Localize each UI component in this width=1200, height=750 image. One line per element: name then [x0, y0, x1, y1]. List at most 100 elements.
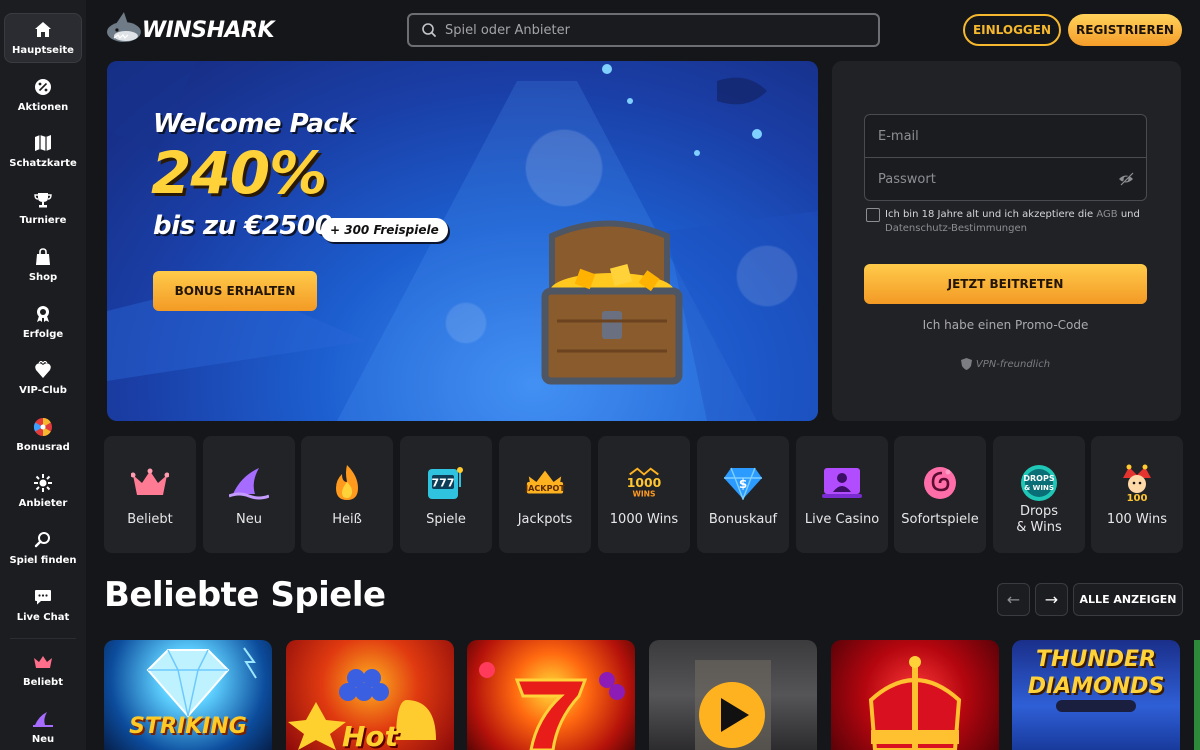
sidebar-divider: [10, 638, 76, 639]
category-sofortspiele[interactable]: Sofortspiele: [894, 436, 986, 553]
game-tile-hot[interactable]: Hot: [286, 640, 454, 750]
search-input[interactable]: [445, 22, 845, 38]
svg-text:WINS: WINS: [632, 489, 655, 498]
email-field[interactable]: [865, 115, 1146, 157]
svg-text:1000: 1000: [627, 476, 662, 490]
spiral-icon: [920, 464, 960, 502]
sidebar-item-beliebt[interactable]: Beliebt: [4, 645, 82, 695]
register-panel: Ich bin 18 Jahre alt und ich akzeptiere …: [832, 61, 1181, 421]
sidebar-item-spiel-finden[interactable]: Spiel finden: [4, 523, 82, 573]
section-title: Beliebte Spiele: [104, 575, 386, 615]
map-icon: [33, 133, 53, 153]
category-heiss[interactable]: Heiß: [301, 436, 393, 553]
royal-crown-icon: [868, 656, 962, 750]
svg-text:777: 777: [432, 477, 455, 490]
sidebar-item-vip-club[interactable]: VIP-Club: [4, 353, 82, 403]
search-bar[interactable]: [407, 13, 880, 47]
diamond-dollar-icon: $: [723, 464, 763, 502]
shield-icon: [960, 358, 972, 370]
crown-icon: [33, 652, 53, 672]
sidebar-item-live-chat[interactable]: Live Chat: [4, 580, 82, 630]
svg-text:DROPS: DROPS: [1023, 474, 1054, 483]
medal-icon: [33, 304, 53, 324]
register-button[interactable]: REGISTRIEREN: [1068, 14, 1182, 46]
terms-text: Ich bin 18 Jahre alt und ich akzeptiere …: [885, 209, 1140, 234]
free-spins-badge: + 300 Freispiele: [321, 218, 448, 242]
site-logo[interactable]: WINSHARK: [104, 8, 275, 52]
hero-amount: bis zu €2500: [153, 211, 333, 241]
eye-slash-icon[interactable]: [1118, 172, 1134, 186]
shark-fin-icon: [33, 709, 53, 729]
provider-icon: [33, 473, 53, 493]
slot-machine-icon: 777: [426, 464, 466, 502]
percent-icon: [33, 77, 53, 97]
wheel-icon: [33, 417, 53, 437]
logo-text: WINSHARK: [141, 17, 275, 43]
get-bonus-button[interactable]: BONUS ERHALTEN: [153, 271, 317, 311]
hold-and-win-label: [1056, 700, 1136, 712]
chat-icon: [33, 587, 53, 607]
category-spiele[interactable]: 777 Spiele: [400, 436, 492, 553]
shark-logo-icon: [106, 12, 141, 42]
game-tile-partial[interactable]: [1194, 640, 1200, 750]
crown-icon: [130, 464, 170, 502]
1000-wins-icon: 1000 WINS: [624, 464, 664, 502]
svg-text:& WINS: & WINS: [1024, 484, 1054, 492]
show-all-button[interactable]: ALLE ANZEIGEN: [1073, 583, 1183, 616]
game-tile-thunder-diamonds[interactable]: THUNDER DIAMONDS: [1012, 640, 1180, 750]
drops-wins-icon: DROPS & WINS: [1019, 464, 1059, 502]
sidebar-item-shop[interactable]: Shop: [4, 240, 82, 290]
game-tile-striking[interactable]: STRIKING: [104, 640, 272, 750]
welcome-banner[interactable]: Welcome Pack 240% bis zu €2500 + 300 Fre…: [107, 61, 818, 421]
sidebar-item-bonusrad[interactable]: Bonusrad: [4, 410, 82, 460]
search-icon: [422, 23, 436, 37]
category-jackpots[interactable]: JACKPOT Jackpots: [499, 436, 591, 553]
join-now-button[interactable]: JETZT BEITRETEN: [864, 264, 1147, 304]
svg-text:100: 100: [1127, 493, 1148, 502]
login-button[interactable]: EINLOGGEN: [963, 14, 1061, 46]
sidebar-item-hauptseite[interactable]: Hauptseite: [4, 13, 82, 63]
agb-link[interactable]: AGB: [1096, 209, 1117, 220]
credentials-fields: [864, 114, 1147, 201]
game-tile-video[interactable]: [649, 640, 817, 750]
category-live-casino[interactable]: Live Casino: [796, 436, 888, 553]
flame-icon: [327, 464, 367, 502]
hero-percentage: 240%: [151, 139, 327, 207]
sidebar-item-aktionen[interactable]: Aktionen: [4, 70, 82, 120]
search-icon: [33, 530, 53, 550]
trophy-icon: [33, 190, 53, 210]
lucky-seven-icon: [479, 662, 625, 750]
sidebar-item-turniere[interactable]: Turniere: [4, 183, 82, 233]
category-beliebt[interactable]: Beliebt: [104, 436, 196, 553]
category-1000-wins[interactable]: 1000 WINS 1000 Wins: [598, 436, 690, 553]
category-bonuskauf[interactable]: $ Bonuskauf: [697, 436, 789, 553]
category-neu[interactable]: Neu: [203, 436, 295, 553]
svg-text:$: $: [739, 477, 747, 491]
shopping-bag-icon: [33, 247, 53, 267]
age-terms-checkbox[interactable]: [866, 208, 880, 222]
jester-100-icon: 100: [1117, 464, 1157, 502]
promo-code-link[interactable]: Ich habe einen Promo-Code: [864, 318, 1147, 332]
shark-fin-icon: [229, 464, 269, 502]
sidebar-item-schatzkarte[interactable]: Schatzkarte: [4, 126, 82, 176]
sidebar-item-neu[interactable]: Neu: [4, 702, 82, 750]
next-arrow-button[interactable]: →: [1035, 583, 1068, 616]
play-icon: [695, 660, 771, 750]
live-dealer-icon: [822, 464, 862, 502]
jackpot-crown-icon: JACKPOT: [525, 464, 565, 502]
sidebar-item-anbieter[interactable]: Anbieter: [4, 466, 82, 516]
password-field[interactable]: [865, 158, 1146, 200]
vip-heart-icon: [33, 360, 53, 380]
prev-arrow-button[interactable]: ←: [997, 583, 1030, 616]
sidebar-item-erfolge[interactable]: Erfolge: [4, 297, 82, 347]
sidebar: Hauptseite Aktionen Schatzkarte Turniere…: [0, 0, 86, 750]
vpn-friendly-note: VPN-freundlich: [864, 358, 1147, 370]
home-icon: [33, 20, 53, 40]
hero-title: Welcome Pack: [153, 109, 356, 139]
category-drops-wins[interactable]: DROPS & WINS Drops & Wins: [993, 436, 1085, 553]
svg-text:JACKPOT: JACKPOT: [525, 483, 565, 493]
game-tile-crown[interactable]: [831, 640, 999, 750]
category-100-wins[interactable]: 100 100 Wins: [1091, 436, 1183, 553]
privacy-link[interactable]: Datenschutz-Bestimmungen: [885, 223, 1027, 234]
game-tile-seven[interactable]: [467, 640, 635, 750]
